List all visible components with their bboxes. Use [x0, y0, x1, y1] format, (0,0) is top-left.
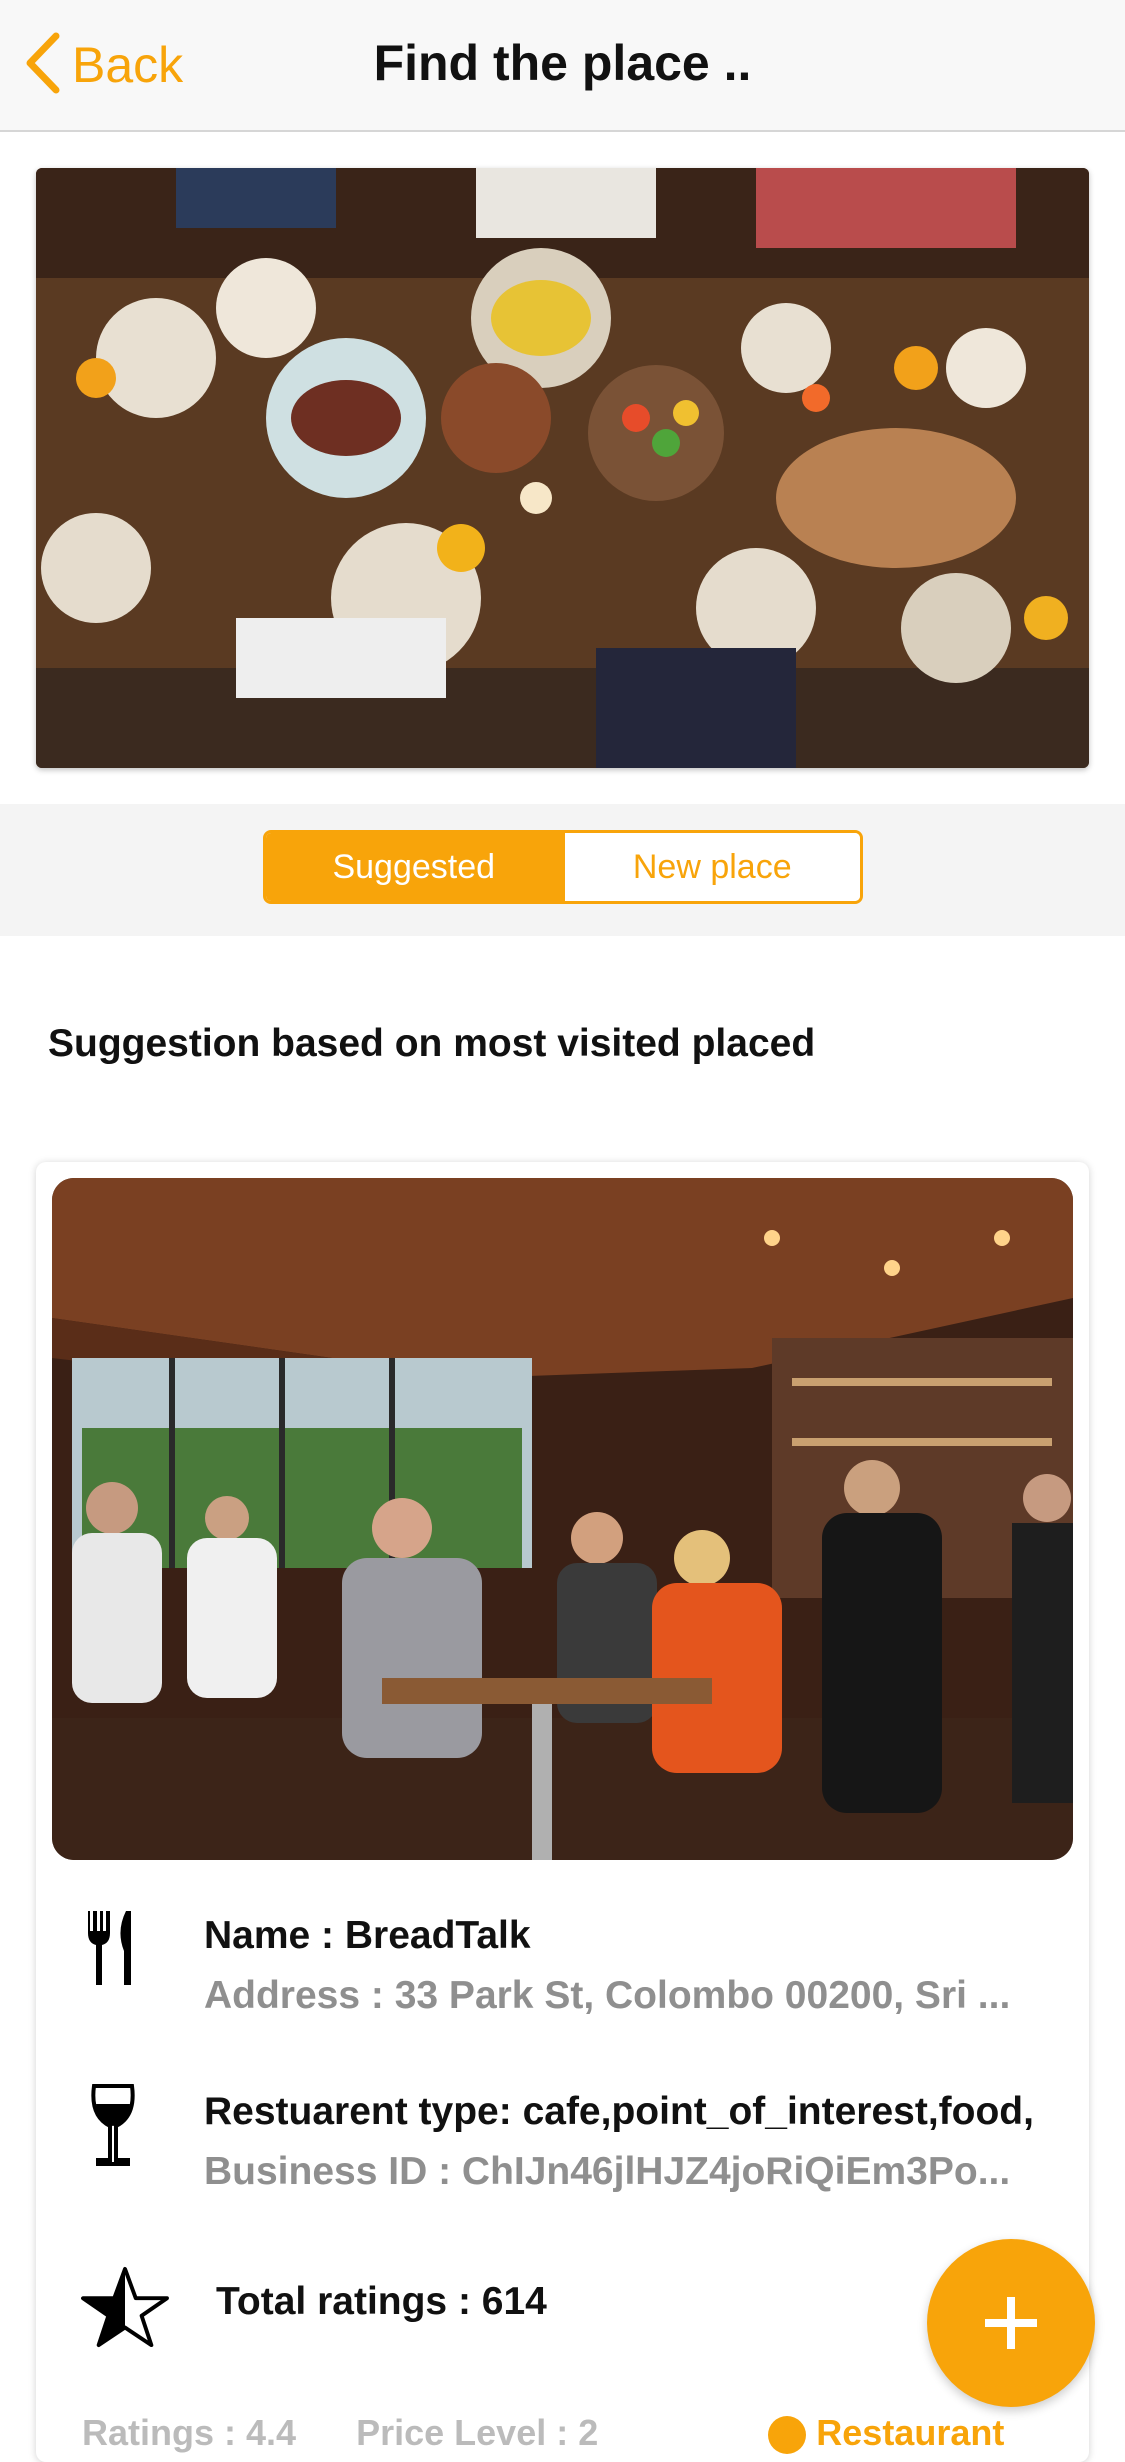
type-business-row: Restuarent type: cafe,point_of_interest,… — [36, 2062, 1089, 2193]
place-card[interactable]: Name : BreadTalk Address : 33 Park St, C… — [36, 1162, 1089, 2462]
place-photo — [52, 1178, 1073, 1860]
ratings-value: Ratings : 4.4 — [82, 2412, 297, 2453]
place-name: Name : BreadTalk — [204, 1914, 531, 1957]
restaurant-type: Restuarent type: cafe,point_of_interest,… — [204, 2090, 1034, 2133]
status-label: Restaurant — [816, 2412, 1005, 2453]
plus-icon — [985, 2297, 1037, 2349]
name-address-row: Name : BreadTalk Address : 33 Park St, C… — [36, 1884, 1089, 2017]
navigation-bar: Back Find the place .. — [0, 0, 1125, 132]
section-heading: Suggestion based on most visited placed — [48, 1022, 816, 1065]
page-title: Find the place .. — [373, 35, 752, 91]
business-id: Business ID : ChIJn46jlHJZ4joRiQiEm3Po..… — [204, 2150, 1011, 2193]
half-star-icon — [80, 2262, 170, 2352]
segmented-control: Suggested New place — [263, 830, 863, 904]
wine-glass-icon — [82, 2080, 144, 2170]
segment-band: Suggested New place — [0, 804, 1125, 936]
status-dot — [768, 2416, 807, 2455]
total-ratings: Total ratings : 614 — [216, 2280, 547, 2323]
add-button[interactable] — [927, 2239, 1095, 2407]
hero-image — [36, 168, 1089, 768]
place-address: Address : 33 Park St, Colombo 00200, Sri… — [204, 1974, 1011, 2017]
ratings-price-row: Ratings : 4.4 Price Level : 2 Restaurant — [82, 2412, 1082, 2462]
price-level: Price Level : 2 — [356, 2412, 599, 2453]
segment-suggested[interactable]: Suggested — [266, 833, 562, 901]
segment-new-place[interactable]: New place — [561, 833, 860, 901]
cutlery-icon — [82, 1902, 144, 1992]
